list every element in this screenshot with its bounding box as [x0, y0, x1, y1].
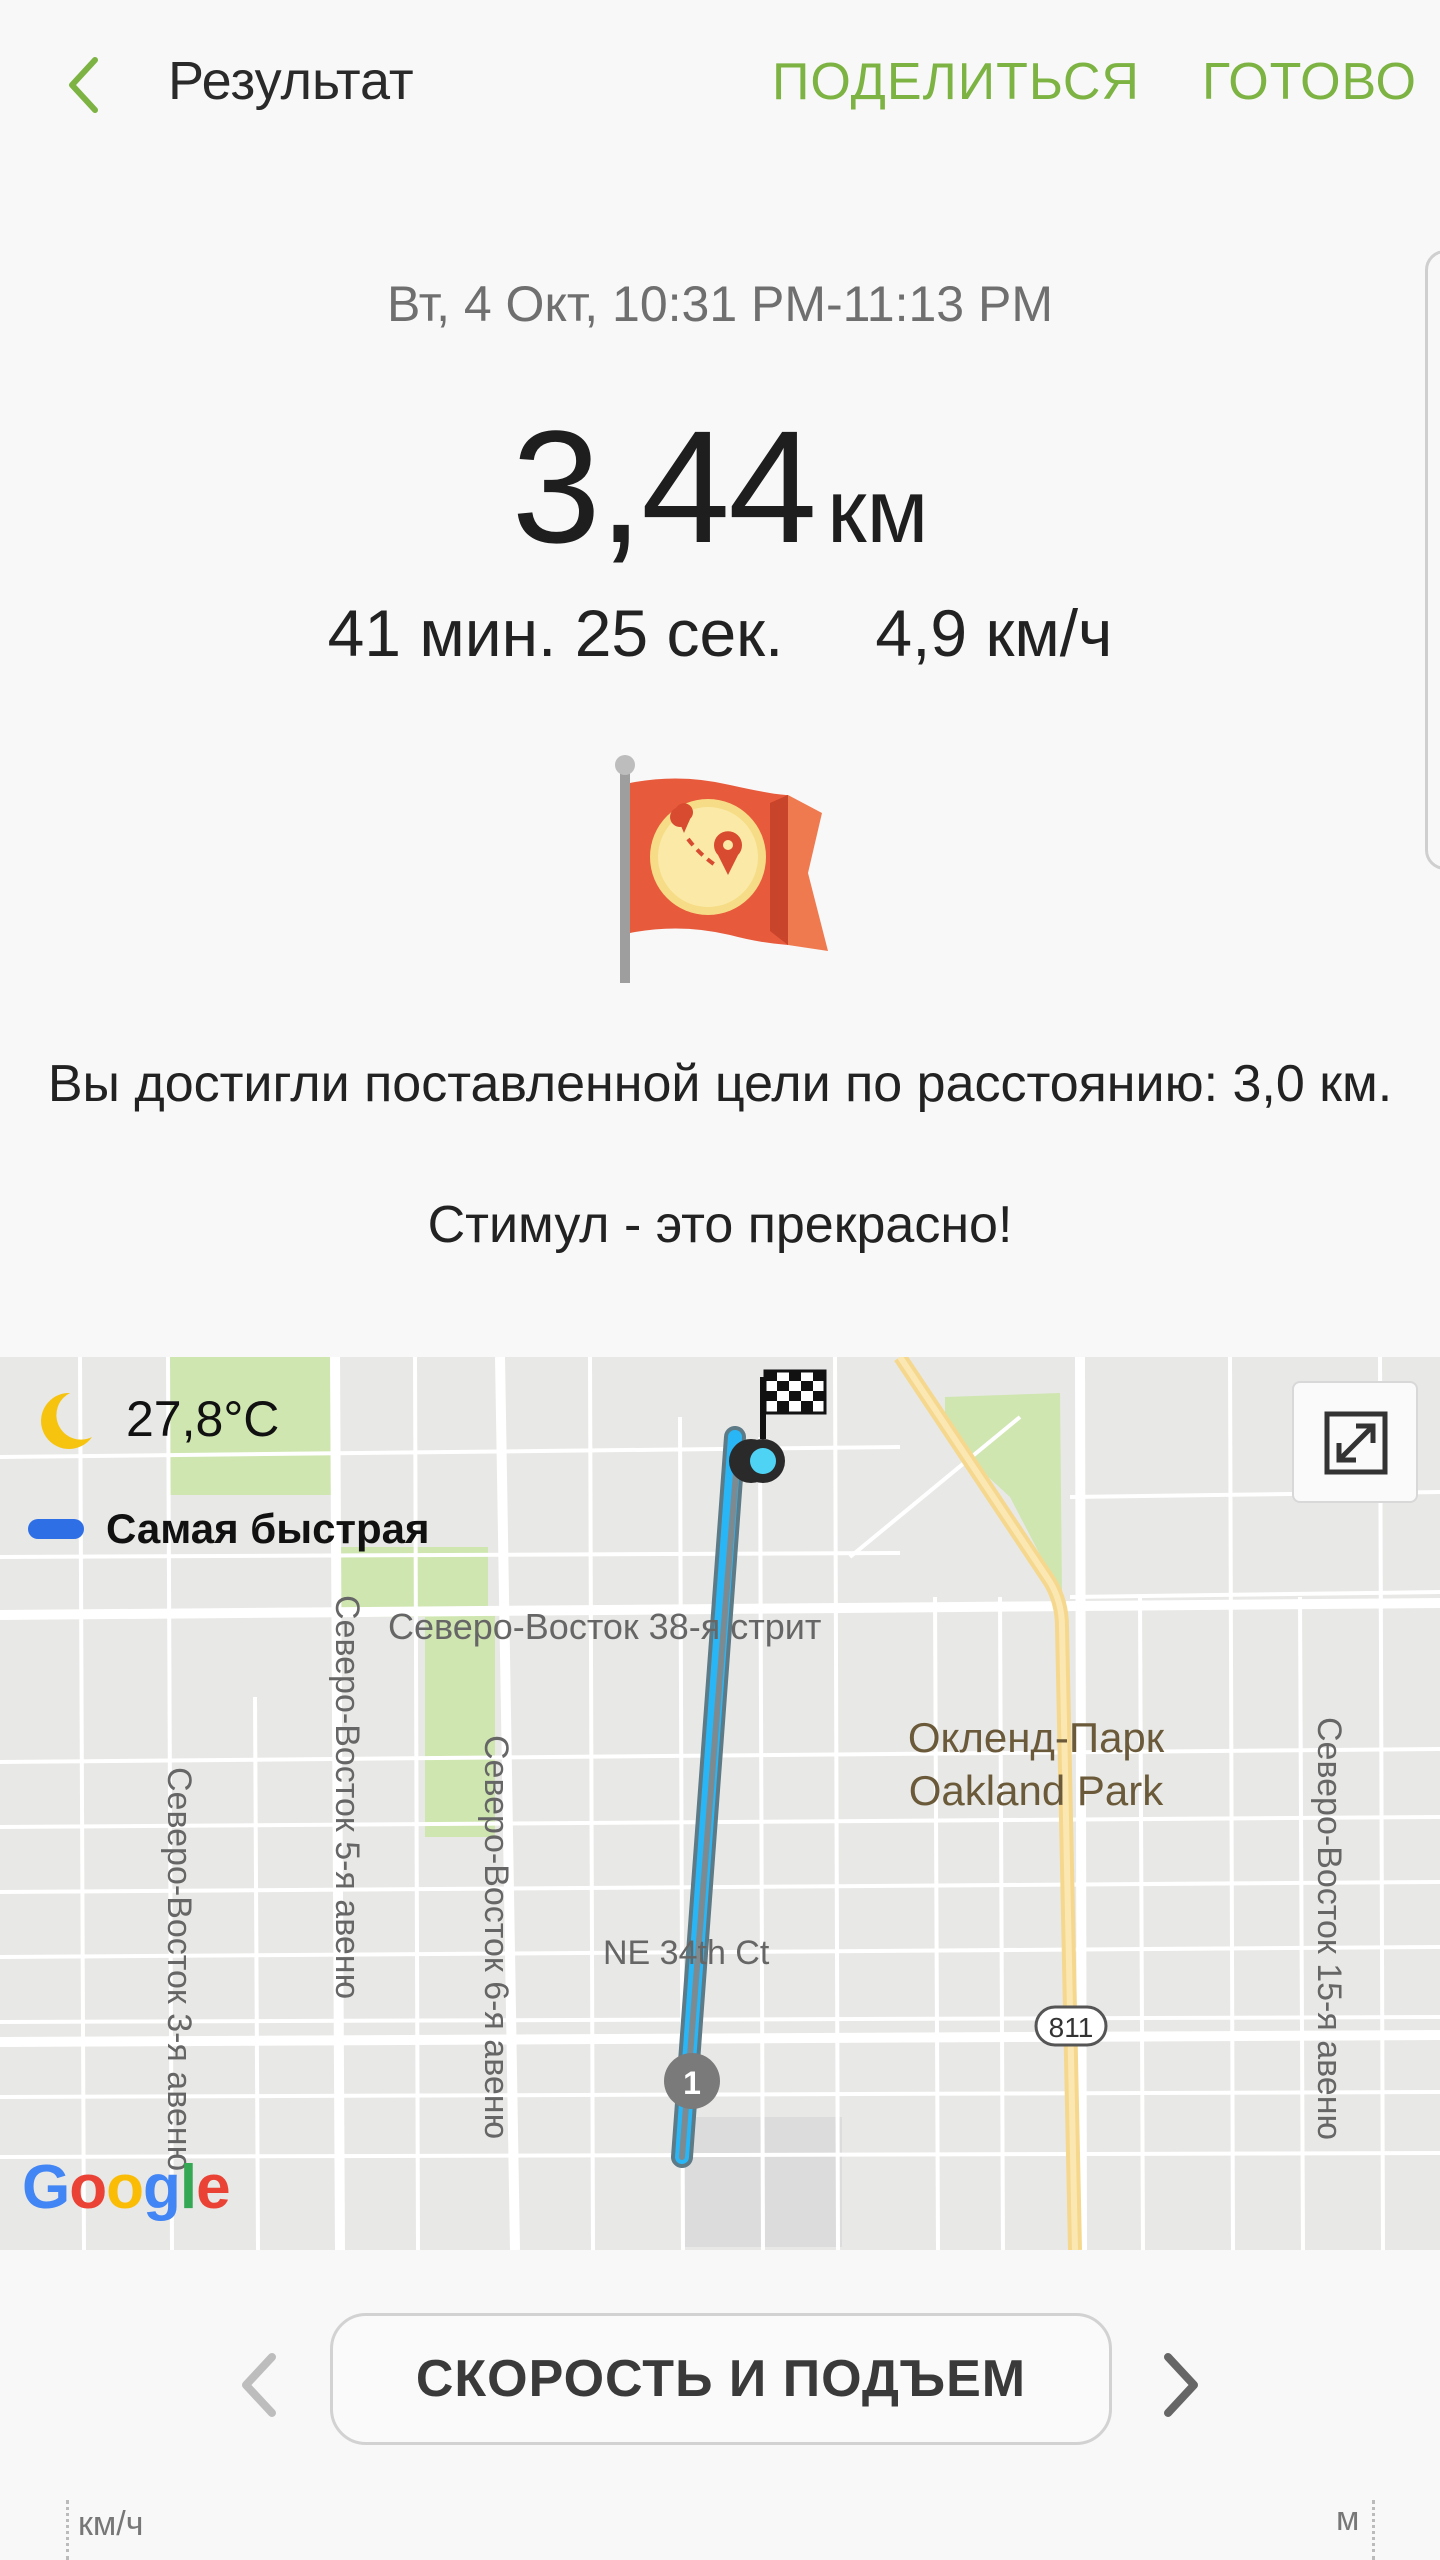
avg-speed-value: 4,9 км/ч [875, 596, 1113, 670]
street-label-ne3: Северо-Восток 3-я авеню [160, 1767, 198, 2171]
chart-type-button[interactable]: СКОРОСТЬ И ПОДЪЕМ [330, 2313, 1112, 2445]
street-label-ne34ct: NE 34th Ct [603, 1934, 770, 1972]
temperature-value: 27,8°C [126, 1391, 280, 1447]
next-chart-button[interactable] [1150, 2345, 1210, 2425]
workout-date: Вт, 4 Окт, 10:31 PM-11:13 PM [387, 276, 1053, 332]
prev-chart-button[interactable] [230, 2345, 290, 2425]
chart-axis-left [66, 2500, 69, 2560]
speed-unit-label: км/ч [78, 2505, 144, 2543]
map-tiles: 1 Северо-Восток 38-я стрит NE 34th Ct Се… [0, 1357, 1440, 2250]
start-marker-label: 1 [683, 2065, 701, 2101]
stats-row: 41 мин. 25 сек. 4,9 км/ч [0, 595, 1440, 671]
legend-label: Самая быстрая [106, 1505, 430, 1552]
distance-display: 3,44 км [0, 395, 1440, 579]
google-logo: Google [22, 2153, 231, 2222]
street-label-ne6: Северо-Восток 6-я авеню [477, 1735, 515, 2139]
legend-swatch [28, 1519, 84, 1539]
expand-map-button[interactable] [1292, 1381, 1418, 1503]
street-label-ne15: Северо-Восток 15-я авеню [1310, 1717, 1348, 2140]
elevation-unit-label: м [1336, 2500, 1360, 2538]
weather-info: 27,8°C [36, 1387, 279, 1451]
area-label-oakland-en: Oakland Park [909, 1767, 1164, 1814]
goal-reached-text: Вы достигли поставленной цели по расстоя… [47, 1055, 1393, 1113]
app-header: Результат ПОДЕЛИТЬСЯ ГОТОВО [0, 0, 1440, 170]
distance-unit: км [827, 462, 929, 562]
route-legend: Самая быстрая [28, 1505, 430, 1553]
page-title: Результат [168, 51, 414, 111]
done-button[interactable]: ГОТОВО [1202, 52, 1417, 112]
back-button[interactable] [50, 40, 130, 130]
motivation-text: Стимул - это прекрасно! [427, 1196, 1013, 1254]
expand-icon [1324, 1411, 1388, 1475]
chevron-left-icon [69, 57, 98, 113]
route-shield-811: 811 [1049, 2012, 1094, 2043]
route-map[interactable]: 1 Северо-Восток 38-я стрит NE 34th Ct Се… [0, 1357, 1440, 2250]
chart-axis-right [1372, 2500, 1375, 2560]
street-label-ne38: Северо-Восток 38-я стрит [388, 1606, 821, 1647]
share-button[interactable]: ПОДЕЛИТЬСЯ [772, 52, 1140, 112]
chevron-left-icon [242, 2353, 276, 2417]
goal-flag-icon [610, 755, 830, 985]
distance-value: 3,44 [511, 397, 817, 576]
moon-icon [41, 1392, 92, 1449]
area-label-oakland-ru: Окленд-Парк [908, 1714, 1165, 1761]
street-label-ne5: Северо-Восток 5-я авеню [328, 1595, 366, 1999]
workout-result-screen: Результат ПОДЕЛИТЬСЯ ГОТОВО Вт, 4 Окт, 1… [0, 0, 1440, 2560]
chevron-right-icon [1164, 2353, 1198, 2417]
duration-value: 41 мин. 25 сек. [327, 596, 784, 670]
